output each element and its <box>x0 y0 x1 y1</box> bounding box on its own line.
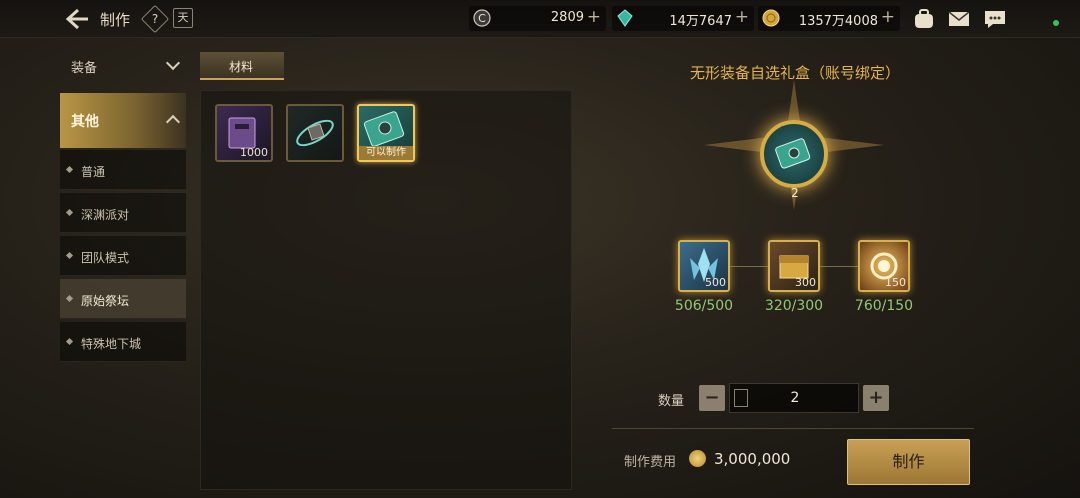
requirement-need: 300 <box>795 276 816 289</box>
chevron-down-icon <box>165 55 181 71</box>
bullet-icon <box>65 208 74 217</box>
crystal-icon <box>617 9 633 27</box>
quantity-label: 数量 <box>658 394 685 409</box>
material-slot-dark-tome[interactable]: 1000 <box>215 104 273 162</box>
craft-cost-value: 3,000,000 <box>714 450 791 468</box>
quantity-input[interactable]: 2 <box>729 383 859 413</box>
nav-other-label: 其他 <box>71 114 99 130</box>
gold-add-button[interactable]: + <box>881 7 895 27</box>
invisible-gear-box-icon <box>775 138 811 169</box>
nav-sub-raid-mode[interactable]: 团队模式 <box>60 236 186 276</box>
quantity-decrease-button[interactable]: − <box>699 385 725 411</box>
requirement-radiant-orb[interactable]: 150 <box>858 240 910 292</box>
nav-category-equipment[interactable]: 装备 <box>60 46 186 86</box>
tab-materials[interactable]: 材料 <box>200 52 284 80</box>
gold-coin-icon <box>689 450 706 467</box>
back-arrow-icon[interactable] <box>64 7 90 31</box>
currency-gold: 1357万4008 + <box>758 6 900 31</box>
quantity-increase-button[interactable]: + <box>863 385 889 411</box>
can-craft-badge: 可以制作 <box>359 146 413 160</box>
requirement-gold-chest[interactable]: 300 <box>768 240 820 292</box>
c-coin-value: 2809 <box>550 10 584 25</box>
mail-icon[interactable] <box>947 8 971 30</box>
requirement-owned: 760/150 <box>854 298 914 314</box>
bullet-icon <box>65 251 74 260</box>
gold-coin-icon <box>762 9 780 27</box>
bullet-icon <box>65 337 74 346</box>
crystal-add-button[interactable]: + <box>735 7 749 27</box>
requirement-need: 500 <box>705 276 726 289</box>
requirement-owned: 320/300 <box>764 298 824 314</box>
currency-crystal: 14万7647 + <box>612 6 754 31</box>
c-coin-icon: C <box>473 9 491 27</box>
nav-sub-abyss-party[interactable]: 深渊派对 <box>60 193 186 233</box>
bullet-icon <box>65 294 74 303</box>
requirement-crystal-cluster[interactable]: 500 <box>678 240 730 292</box>
bullet-icon <box>65 165 74 174</box>
chat-icon[interactable] <box>983 8 1007 30</box>
quantity-value: 2 <box>790 390 800 406</box>
online-indicator <box>1053 20 1059 26</box>
material-slot-invisible-gear-box[interactable]: 可以制作 <box>357 104 415 162</box>
orbit-ore-icon <box>296 119 334 147</box>
nav-sub-primal-altar[interactable]: 原始祭坛 <box>60 279 186 319</box>
material-count: 1000 <box>240 146 268 159</box>
craft-cost-label: 制作费用 <box>624 455 677 470</box>
svg-text:C: C <box>478 12 486 25</box>
currency-c-coin: C 2809 + <box>469 6 606 31</box>
requirement-need: 150 <box>885 276 906 289</box>
nav-sub-special-dungeon[interactable]: 特殊地下城 <box>60 322 186 362</box>
chevron-up-icon <box>165 114 181 130</box>
crafted-item-orb[interactable] <box>760 120 828 188</box>
calendar-icon[interactable]: 天 <box>173 8 193 28</box>
crafted-item-count: 2 <box>791 186 799 200</box>
c-coin-add-button[interactable]: + <box>587 7 601 27</box>
bag-icon[interactable] <box>912 8 936 30</box>
crystal-value: 14万7647 <box>669 14 732 29</box>
divider <box>612 428 974 429</box>
craft-button[interactable]: 制作 <box>847 439 970 485</box>
requirement-owned: 506/500 <box>674 298 734 314</box>
page-title: 制作 <box>100 11 131 29</box>
material-slot-orbit-ore[interactable] <box>286 104 344 162</box>
gold-value: 1357万4008 <box>798 14 878 29</box>
nav-category-other[interactable]: 其他 <box>60 93 186 148</box>
nav-sub-normal[interactable]: 普通 <box>60 150 186 190</box>
nav-equip-label: 装备 <box>71 61 98 76</box>
